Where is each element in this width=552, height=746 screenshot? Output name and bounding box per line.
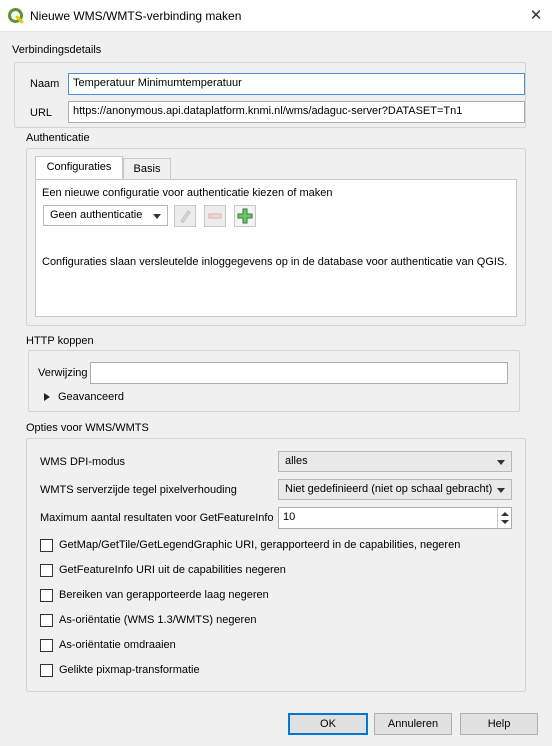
- remove-config-button[interactable]: [204, 205, 226, 227]
- plus-icon: [237, 208, 253, 224]
- checkbox-smooth-pixmap-label: Gelikte pixmap-transformatie: [59, 664, 200, 676]
- dpi-mode-combo[interactable]: alles: [278, 451, 512, 472]
- close-icon[interactable]: ✕: [526, 6, 546, 26]
- checkbox-ignore-getmap-uri-label: GetMap/GetTile/GetLegendGraphic URI, ger…: [59, 539, 461, 551]
- http-section-label: HTTP koppen: [26, 335, 94, 347]
- checkbox-ignore-extents-label: Bereiken van gerapporteerde laag negeren: [59, 589, 269, 601]
- auth-info-text: Configuraties slaan versleutelde inlogge…: [42, 256, 508, 268]
- url-label: URL: [30, 107, 53, 119]
- tile-ratio-combo[interactable]: Niet gedefinieerd (niet op schaal gebrac…: [278, 479, 512, 500]
- spin-buttons[interactable]: [497, 508, 511, 528]
- auth-config-combo[interactable]: Geen authenticatie: [43, 205, 168, 226]
- ok-button[interactable]: OK: [288, 713, 368, 735]
- expand-arrow-icon[interactable]: [44, 393, 50, 401]
- name-label: Naam: [30, 78, 60, 90]
- edit-config-button[interactable]: [174, 205, 196, 227]
- checkbox-ignore-getfeatureinfo-uri[interactable]: [40, 564, 53, 577]
- dpi-mode-value: alles: [285, 455, 308, 467]
- tab-configuraties[interactable]: Configuraties: [35, 156, 123, 180]
- checkbox-ignore-axis-orientation[interactable]: [40, 614, 53, 627]
- referer-input[interactable]: [90, 362, 508, 384]
- chevron-down-icon: [153, 214, 161, 219]
- checkbox-ignore-getmap-uri[interactable]: [40, 539, 53, 552]
- chevron-down-icon: [497, 460, 505, 465]
- add-config-button[interactable]: [234, 205, 256, 227]
- chevron-down-icon: [497, 488, 505, 493]
- spin-down-icon[interactable]: [501, 520, 509, 524]
- tile-ratio-value: Niet gedefinieerd (niet op schaal gebrac…: [285, 483, 493, 495]
- options-section-label: Opties voor WMS/WMTS: [26, 422, 149, 434]
- tile-ratio-label: WMTS serverzijde tegel pixelverhouding: [40, 484, 237, 496]
- auth-tab-panel: [35, 179, 517, 317]
- checkbox-ignore-getfeatureinfo-uri-label: GetFeatureInfo URI uit de capabilities n…: [59, 564, 286, 576]
- auth-config-combo-value: Geen authenticatie: [50, 209, 143, 221]
- advanced-toggle[interactable]: Geavanceerd: [58, 391, 124, 403]
- tab-basis[interactable]: Basis: [123, 158, 171, 180]
- max-results-value: 10: [283, 511, 296, 523]
- checkbox-invert-axis-orientation-label: As-oriëntatie omdraaien: [59, 639, 176, 651]
- cancel-button[interactable]: Annuleren: [374, 713, 452, 735]
- referer-label: Verwijzing: [38, 367, 88, 379]
- title-bar: Nieuwe WMS/WMTS-verbinding maken ✕: [0, 0, 552, 32]
- window-title: Nieuwe WMS/WMTS-verbinding maken: [30, 9, 242, 23]
- connection-section-label: Verbindingsdetails: [12, 44, 102, 56]
- help-button[interactable]: Help: [460, 713, 538, 735]
- auth-choose-text: Een nieuwe configuratie voor authenticat…: [42, 187, 333, 199]
- dpi-mode-label: WMS DPI-modus: [40, 456, 125, 468]
- pencil-icon: [180, 210, 191, 224]
- max-results-label: Maximum aantal resultaten voor GetFeatur…: [40, 512, 274, 524]
- spin-up-icon[interactable]: [501, 512, 509, 516]
- auth-section-label: Authenticatie: [26, 132, 90, 144]
- checkbox-ignore-extents[interactable]: [40, 589, 53, 602]
- url-input[interactable]: https://anonymous.api.dataplatform.knmi.…: [68, 101, 525, 123]
- remove-icon: [208, 213, 222, 219]
- qgis-logo-icon: [8, 8, 24, 24]
- max-results-spinbox[interactable]: 10: [278, 507, 512, 529]
- checkbox-ignore-axis-orientation-label: As-oriëntatie (WMS 1.3/WMTS) negeren: [59, 614, 257, 626]
- checkbox-invert-axis-orientation[interactable]: [40, 639, 53, 652]
- name-input[interactable]: Temperatuur Minimumtemperatuur: [68, 73, 525, 95]
- checkbox-smooth-pixmap[interactable]: [40, 664, 53, 677]
